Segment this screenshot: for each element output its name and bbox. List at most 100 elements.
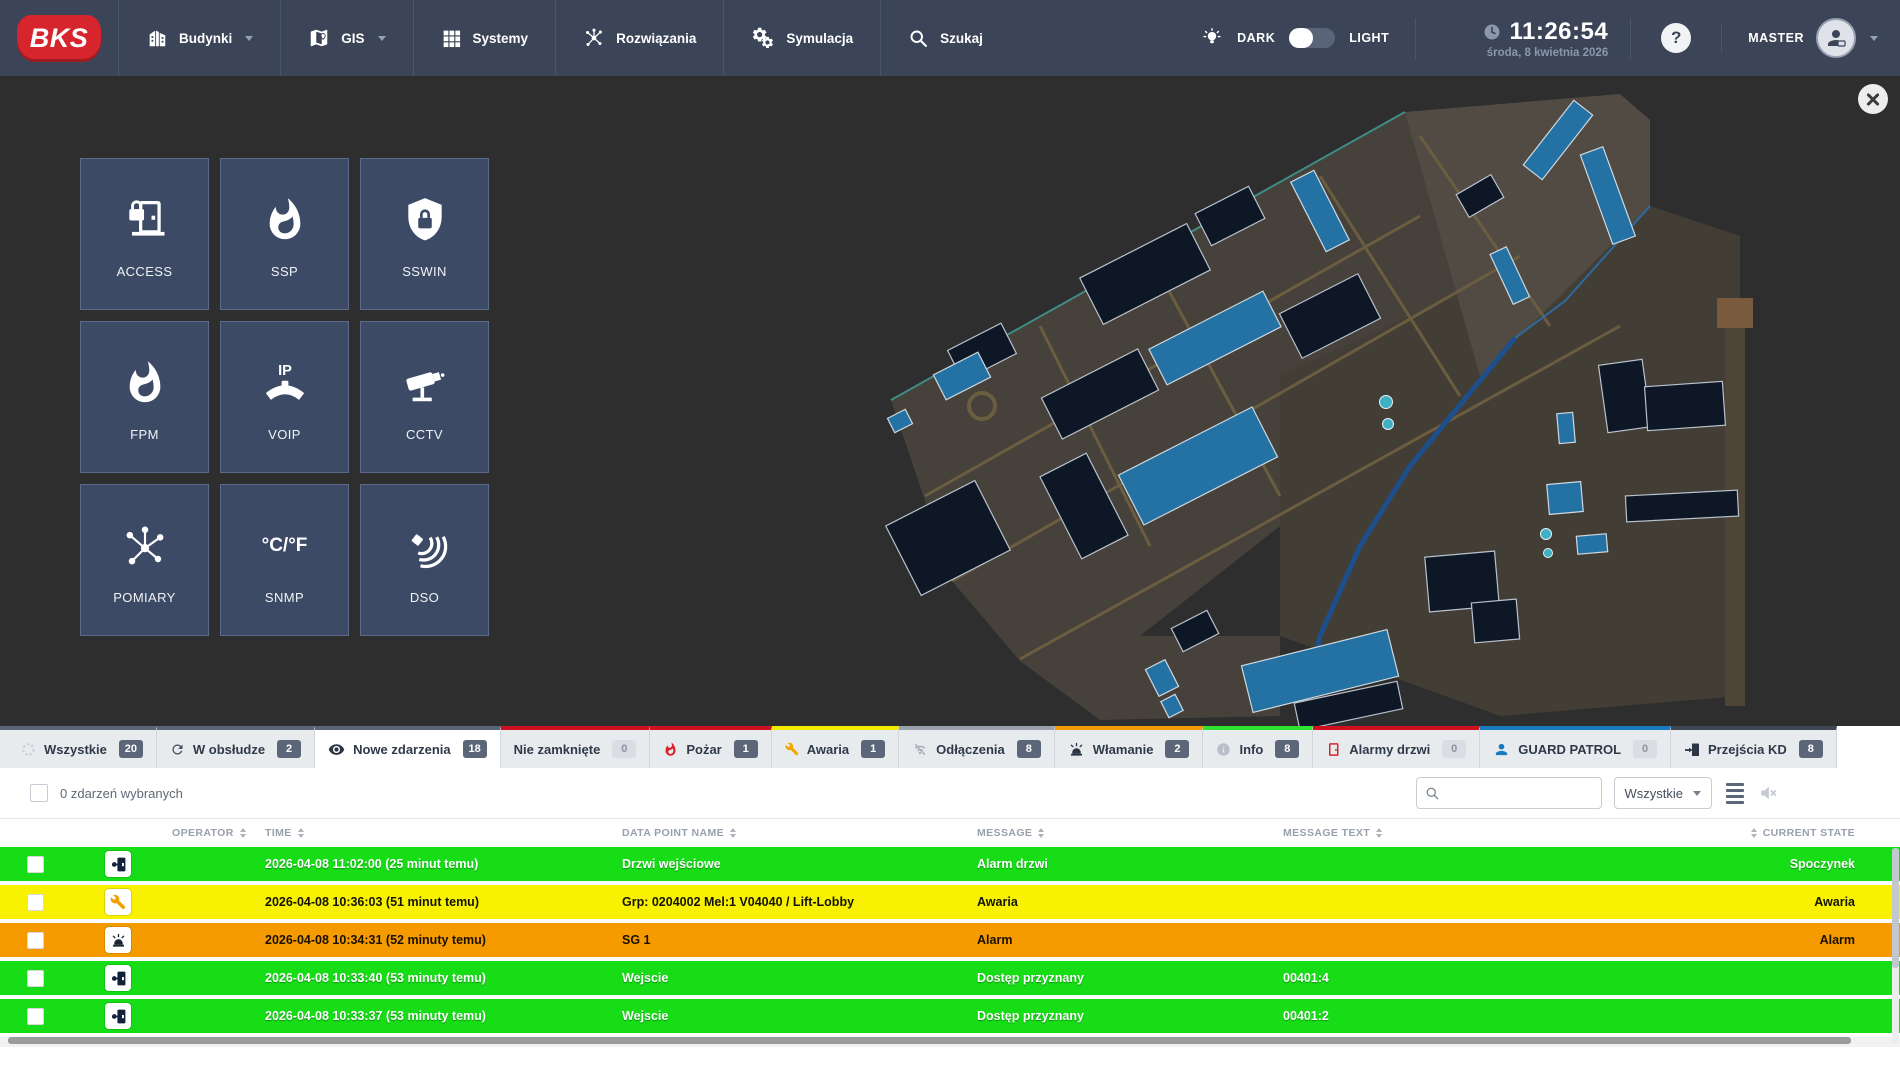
ip-phone-icon: IP <box>265 363 304 400</box>
row-checkbox[interactable] <box>26 855 44 873</box>
row-checkbox[interactable] <box>26 969 44 987</box>
horizontal-scrollbar[interactable] <box>0 1037 1900 1047</box>
app-logo[interactable]: BKS <box>0 0 118 76</box>
footer-strip <box>0 1047 1900 1063</box>
wrench-icon <box>785 742 799 756</box>
tab-nie-zamkniete[interactable]: Nie zamknięte 0 <box>500 726 651 768</box>
chevron-down-icon <box>1870 35 1878 41</box>
tab-fill <box>1836 726 1900 768</box>
nav-item-szukaj[interactable]: Szukaj <box>880 0 1010 76</box>
tab-label: Wszystkie <box>44 741 107 757</box>
tab-count-badge: 8 <box>1798 740 1823 758</box>
sort-icon <box>297 828 304 838</box>
table-row[interactable]: 2026-04-08 10:33:37 (53 minuty temu) Wej… <box>0 999 1900 1033</box>
sort-icon <box>730 828 737 838</box>
tile-voip[interactable]: IP VOIP <box>220 321 349 473</box>
nav-item-symulacja[interactable]: Symulacja <box>723 0 880 76</box>
tile-dso[interactable]: DSO <box>360 484 489 636</box>
event-rows: 2026-04-08 11:02:00 (25 minut temu) Drzw… <box>0 847 1900 1033</box>
map-icon <box>311 29 328 47</box>
tab-count-badge: 18 <box>462 740 487 758</box>
tile-sswin[interactable]: SSWIN <box>360 158 489 310</box>
search-input[interactable] <box>1445 784 1593 802</box>
col-time[interactable]: TIME <box>265 827 622 839</box>
shield-lock-icon <box>407 198 442 241</box>
scrollbar-thumb[interactable] <box>1892 848 1899 968</box>
col-message-text[interactable]: MESSAGE TEXT <box>1283 827 1683 839</box>
table-row[interactable]: 2026-04-08 11:02:00 (25 minut temu) Drzw… <box>0 847 1900 881</box>
tile-access[interactable]: ACCESS <box>80 158 209 310</box>
tile-snmp[interactable]: °C/°F SNMP <box>220 484 349 636</box>
nav-item-systemy[interactable]: Systemy <box>412 0 556 76</box>
tab-nowe-zdarzenia[interactable]: Nowe zdarzenia 18 <box>315 726 501 768</box>
theme-toggle-group: DARK LIGHT <box>1201 27 1415 49</box>
tab-w-obsludze[interactable]: W obsłudze 2 <box>156 726 316 768</box>
list-view-icon[interactable] <box>1724 781 1746 806</box>
tab-count-badge: 0 <box>1633 740 1658 758</box>
col-operator[interactable]: OPERATOR <box>70 827 265 839</box>
user-menu[interactable]: MASTER <box>1722 18 1900 58</box>
tab-wszystkie[interactable]: Wszystkie 20 <box>8 726 157 768</box>
cell-time: 2026-04-08 10:34:31 (52 minuty temu) <box>265 933 486 947</box>
row-checkbox[interactable] <box>26 931 44 949</box>
mute-icon[interactable] <box>1758 783 1778 803</box>
table-row[interactable]: 2026-04-08 10:36:03 (51 minut temu) Grp:… <box>0 885 1900 919</box>
row-checkbox[interactable] <box>26 893 44 911</box>
vertical-scrollbar[interactable] <box>1892 848 1899 1044</box>
cell-current-state: Awaria <box>1814 895 1855 909</box>
nav-item-gis[interactable]: GIS <box>280 0 412 76</box>
tile-ssp[interactable]: SSP <box>220 158 349 310</box>
theme-switch[interactable] <box>1289 28 1336 48</box>
row-checkbox[interactable] <box>26 1007 44 1025</box>
cell-data-point: Drzwi wejściowe <box>622 857 721 871</box>
tab-info[interactable]: Info 8 <box>1203 726 1314 768</box>
person-icon <box>1828 30 1846 47</box>
all-events-icon <box>22 742 35 756</box>
tile-fpm[interactable]: FPM <box>80 321 209 473</box>
tab-spacer <box>0 726 8 768</box>
site-map[interactable] <box>720 76 1900 726</box>
cell-current-state: Alarm <box>1819 933 1855 947</box>
select-all-checkbox[interactable] <box>30 784 48 802</box>
tab-alarmy-drzwi[interactable]: Alarmy drzwi 0 <box>1313 726 1481 768</box>
person-icon <box>1496 743 1508 755</box>
tab-label: Odłączenia <box>936 741 1005 757</box>
table-row[interactable]: 2026-04-08 10:34:31 (52 minuty temu) SG … <box>0 923 1900 957</box>
flame-icon <box>269 198 300 240</box>
close-overlay-button[interactable] <box>1858 84 1888 114</box>
tile-pomiary[interactable]: POMIARY <box>80 484 209 636</box>
tab-wlamanie[interactable]: Włamanie 2 <box>1054 726 1204 768</box>
building-icon <box>149 30 166 47</box>
nav-item-budynki[interactable]: Budynki <box>118 0 280 76</box>
switch-knob <box>1289 28 1314 48</box>
tab-przejscia-kd[interactable]: Przejścia KD 8 <box>1671 726 1837 768</box>
tile-label: VOIP <box>268 427 301 442</box>
chevron-down-icon <box>377 35 386 41</box>
tab-count-badge: 1 <box>733 740 758 758</box>
col-current-state[interactable]: CURRENT STATE <box>1683 827 1900 839</box>
cell-time: 2026-04-08 10:36:03 (51 minut temu) <box>265 895 479 909</box>
table-row[interactable]: 2026-04-08 10:33:40 (53 minuty temu) Wej… <box>0 961 1900 995</box>
cell-data-point: SG 1 <box>622 933 651 947</box>
door-alarm-icon <box>1329 742 1339 756</box>
nav-item-rozwiazania[interactable]: Rozwiązania <box>555 0 723 76</box>
top-nav: BKS Budynki GIS Systemy Rozwiązania Symu… <box>0 0 1900 76</box>
tab-label: Włamanie <box>1092 741 1154 757</box>
clock-icon <box>1484 24 1500 39</box>
help-button[interactable]: ? <box>1661 23 1692 53</box>
tile-cctv[interactable]: CCTV <box>360 321 489 473</box>
tab-guard-patrol[interactable]: GUARD PATROL 0 <box>1480 726 1672 768</box>
tab-count-badge: 2 <box>277 740 302 758</box>
col-message[interactable]: MESSAGE <box>977 827 1283 839</box>
tab-odlaczenia[interactable]: Odłączenia 8 <box>899 726 1055 768</box>
tab-awaria[interactable]: Awaria 1 <box>771 726 900 768</box>
filter-type-select[interactable]: Wszystkie <box>1613 777 1712 809</box>
sort-icon <box>1376 828 1383 838</box>
nav-right-group: DARK LIGHT 11:26:54 środa, 8 kwietnia 20… <box>1201 0 1900 76</box>
info-icon <box>1217 742 1231 756</box>
scrollbar-thumb[interactable] <box>8 1037 1851 1044</box>
tab-label: Pożar <box>686 741 722 757</box>
light-label: LIGHT <box>1349 31 1390 45</box>
col-data-point-name[interactable]: DATA POINT NAME <box>622 827 977 839</box>
tab-pozar[interactable]: Pożar 1 <box>650 726 772 768</box>
